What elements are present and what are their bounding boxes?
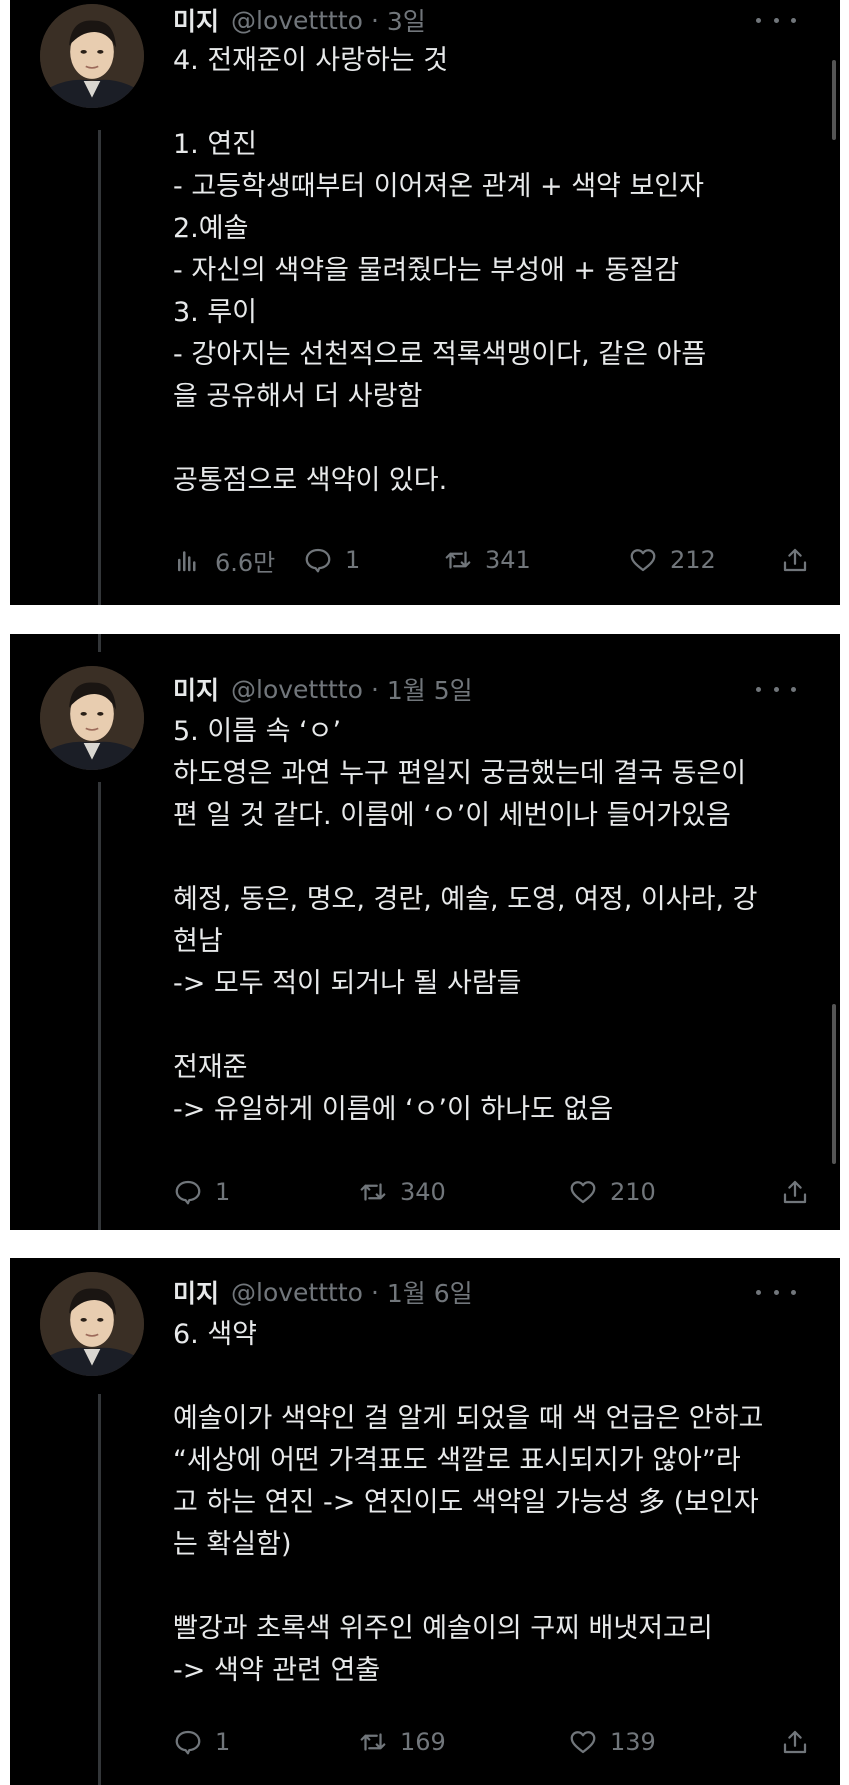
share-button[interactable] <box>780 1722 810 1762</box>
reply-button[interactable]: 1 <box>173 1172 230 1212</box>
user-handle[interactable]: @lovetttto <box>231 675 363 704</box>
views-button[interactable]: 6.6만 <box>173 540 275 580</box>
timestamp[interactable]: 3일 <box>387 2 426 38</box>
heart-icon <box>570 1731 596 1754</box>
thread-line <box>98 782 101 1230</box>
retweet-count: 169 <box>400 1728 446 1756</box>
avatar[interactable] <box>40 666 144 770</box>
like-button[interactable]: 212 <box>628 540 716 580</box>
like-count: 212 <box>670 546 716 574</box>
like-count: 139 <box>610 1728 656 1756</box>
bar-chart-icon <box>178 551 196 572</box>
avatar-photo <box>40 666 144 770</box>
timestamp[interactable]: 1월 6일 <box>387 1274 473 1310</box>
reply-count: 1 <box>345 546 361 574</box>
scrollbar[interactable] <box>832 60 836 140</box>
tweet-actions: 1 169 139 <box>173 1722 820 1762</box>
retweet-button[interactable]: 341 <box>443 540 531 580</box>
more-dots-icon[interactable] <box>756 1277 796 1307</box>
scrollbar[interactable] <box>832 1004 836 1164</box>
avatar[interactable] <box>40 4 144 108</box>
like-button[interactable]: 139 <box>568 1722 656 1762</box>
reply-count: 1 <box>215 1178 231 1206</box>
tweet-text: 6. 색약 예솔이가 색약인 걸 알게 되었을 때 색 언급은 안하고 “세상에… <box>173 1319 764 1686</box>
heart-icon <box>630 549 656 572</box>
like-count: 210 <box>610 1178 656 1206</box>
display-name[interactable]: 미지 <box>173 2 219 38</box>
separator-dot: · <box>370 1277 379 1307</box>
avatar[interactable] <box>40 1272 144 1376</box>
tweet-card[interactable]: 미지 @lovetttto · 3일 4. 전재준이 사랑하는 것 1. 연진 … <box>10 0 840 605</box>
tweet-actions: 1 340 210 <box>173 1172 820 1212</box>
reply-count: 1 <box>215 1728 231 1756</box>
display-name[interactable]: 미지 <box>173 1274 219 1310</box>
reply-button[interactable]: 1 <box>303 540 360 580</box>
tweet-header: 미지 @lovetttto · 1월 6일 <box>173 1272 820 1312</box>
separator-dot: · <box>370 674 379 704</box>
timestamp[interactable]: 1월 5일 <box>387 671 473 707</box>
like-button[interactable]: 210 <box>568 1172 656 1212</box>
tweet-header: 미지 @lovetttto · 3일 <box>173 0 820 40</box>
user-handle[interactable]: @lovetttto <box>231 6 363 35</box>
tweet-header: 미지 @lovetttto · 1월 5일 <box>173 669 820 709</box>
display-name[interactable]: 미지 <box>173 671 219 707</box>
more-dots-icon[interactable] <box>756 5 796 35</box>
tweet-actions: 6.6만 1 341 212 <box>173 540 820 580</box>
avatar-photo <box>40 4 144 108</box>
separator-dot: · <box>370 5 379 35</box>
tweet-card[interactable]: 미지 @lovetttto · 1월 6일 6. 색약 예솔이가 색약인 걸 알… <box>10 1258 840 1785</box>
thread-line <box>98 634 101 652</box>
reply-button[interactable]: 1 <box>173 1722 230 1762</box>
retweet-count: 340 <box>400 1178 446 1206</box>
share-upload-icon <box>783 1730 807 1754</box>
heart-icon <box>570 1181 596 1204</box>
speech-bubble-icon <box>175 1180 201 1205</box>
retweet-button[interactable]: 340 <box>358 1172 446 1212</box>
speech-bubble-icon <box>175 1730 201 1755</box>
more-dots-icon[interactable] <box>756 674 796 704</box>
tweet-text: 5. 이름 속 ‘ㅇ’ 하도영은 과연 누구 편일지 궁금했는데 결국 동은이 … <box>173 716 758 1125</box>
retweet-count: 341 <box>485 546 531 574</box>
thread-line <box>98 130 101 605</box>
tweet-card[interactable]: 미지 @lovetttto · 1월 5일 5. 이름 속 ‘ㅇ’ 하도영은 과… <box>10 634 840 1230</box>
tweet-text: 4. 전재준이 사랑하는 것 1. 연진 - 고등학생때부터 이어져온 관계 +… <box>173 45 707 496</box>
retweet-arrows-icon <box>360 1183 386 1201</box>
avatar-photo <box>40 1272 144 1376</box>
views-count: 6.6만 <box>215 548 276 577</box>
retweet-arrows-icon <box>445 551 471 569</box>
share-upload-icon <box>783 1180 807 1204</box>
thread-line <box>98 1394 101 1785</box>
user-handle[interactable]: @lovetttto <box>231 1278 363 1307</box>
retweet-arrows-icon <box>360 1733 386 1751</box>
share-button[interactable] <box>780 1172 810 1212</box>
share-upload-icon <box>783 548 807 572</box>
speech-bubble-icon <box>305 548 331 573</box>
share-button[interactable] <box>780 540 810 580</box>
retweet-button[interactable]: 169 <box>358 1722 446 1762</box>
